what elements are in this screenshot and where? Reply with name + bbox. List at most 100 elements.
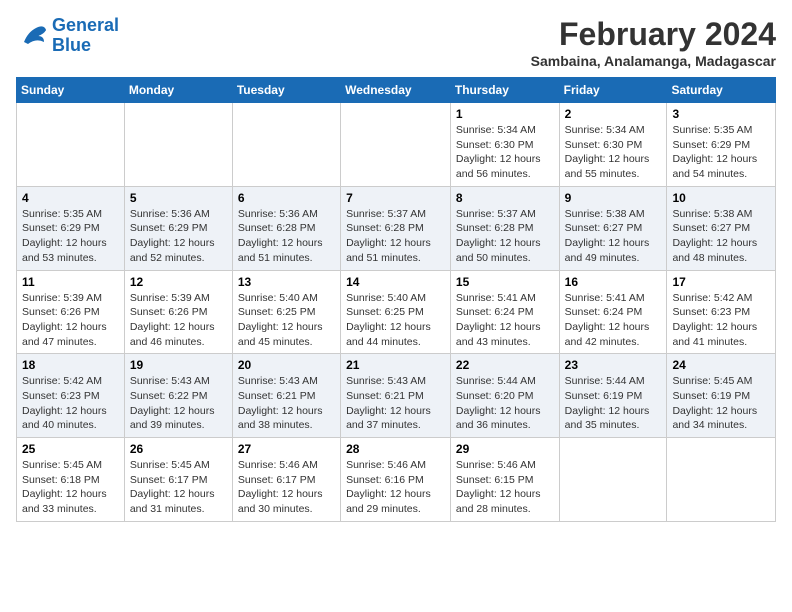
day-info: Sunrise: 5:45 AMSunset: 6:17 PMDaylight:…: [130, 458, 227, 517]
calendar-cell: 20 Sunrise: 5:43 AMSunset: 6:21 PMDayligh…: [232, 354, 340, 438]
calendar-cell: [667, 438, 776, 522]
calendar-cell: 14 Sunrise: 5:40 AMSunset: 6:25 PMDayligh…: [341, 270, 451, 354]
calendar-cell: 4 Sunrise: 5:35 AMSunset: 6:29 PMDaylight…: [17, 186, 125, 270]
day-number: 19: [130, 358, 227, 372]
calendar-cell: 26 Sunrise: 5:45 AMSunset: 6:17 PMDayligh…: [124, 438, 232, 522]
day-number: 20: [238, 358, 335, 372]
weekday-header-thursday: Thursday: [450, 78, 559, 103]
calendar-cell: 27 Sunrise: 5:46 AMSunset: 6:17 PMDayligh…: [232, 438, 340, 522]
weekday-header-monday: Monday: [124, 78, 232, 103]
day-number: 2: [565, 107, 662, 121]
calendar-cell: [559, 438, 667, 522]
weekday-header-wednesday: Wednesday: [341, 78, 451, 103]
day-number: 8: [456, 191, 554, 205]
day-info: Sunrise: 5:38 AMSunset: 6:27 PMDaylight:…: [672, 207, 770, 266]
weekday-header-tuesday: Tuesday: [232, 78, 340, 103]
calendar-cell: [232, 103, 340, 187]
calendar-cell: 5 Sunrise: 5:36 AMSunset: 6:29 PMDaylight…: [124, 186, 232, 270]
day-number: 7: [346, 191, 445, 205]
day-info: Sunrise: 5:34 AMSunset: 6:30 PMDaylight:…: [565, 123, 662, 182]
day-number: 11: [22, 275, 119, 289]
day-info: Sunrise: 5:43 AMSunset: 6:21 PMDaylight:…: [238, 374, 335, 433]
calendar-cell: 15 Sunrise: 5:41 AMSunset: 6:24 PMDayligh…: [450, 270, 559, 354]
location-subtitle: Sambaina, Analamanga, Madagascar: [531, 53, 776, 69]
calendar-cell: [124, 103, 232, 187]
day-number: 12: [130, 275, 227, 289]
day-info: Sunrise: 5:40 AMSunset: 6:25 PMDaylight:…: [238, 291, 335, 350]
calendar-cell: 29Sunrise: 5:46 AMSunset: 6:15 PMDayligh…: [450, 438, 559, 522]
calendar-cell: 7 Sunrise: 5:37 AMSunset: 6:28 PMDaylight…: [341, 186, 451, 270]
day-info: Sunrise: 5:41 AMSunset: 6:24 PMDaylight:…: [565, 291, 662, 350]
day-info: Sunrise: 5:37 AMSunset: 6:28 PMDaylight:…: [346, 207, 445, 266]
calendar-cell: 2 Sunrise: 5:34 AMSunset: 6:30 PMDaylight…: [559, 103, 667, 187]
calendar-cell: [341, 103, 451, 187]
day-number: 16: [565, 275, 662, 289]
day-info: Sunrise: 5:42 AMSunset: 6:23 PMDaylight:…: [672, 291, 770, 350]
day-info: Sunrise: 5:45 AMSunset: 6:19 PMDaylight:…: [672, 374, 770, 433]
calendar-week-row: 11 Sunrise: 5:39 AMSunset: 6:26 PMDayligh…: [17, 270, 776, 354]
day-number: 24: [672, 358, 770, 372]
day-info: Sunrise: 5:35 AMSunset: 6:29 PMDaylight:…: [672, 123, 770, 182]
calendar-cell: 11 Sunrise: 5:39 AMSunset: 6:26 PMDayligh…: [17, 270, 125, 354]
day-number: 5: [130, 191, 227, 205]
calendar-table: SundayMondayTuesdayWednesdayThursdayFrid…: [16, 77, 776, 522]
logo-general: General: [52, 15, 119, 35]
day-number: 15: [456, 275, 554, 289]
day-info: Sunrise: 5:44 AMSunset: 6:19 PMDaylight:…: [565, 374, 662, 433]
day-number: 21: [346, 358, 445, 372]
weekday-header-sunday: Sunday: [17, 78, 125, 103]
page-header: General Blue February 2024 Sambaina, Ana…: [16, 16, 776, 69]
calendar-cell: 1 Sunrise: 5:34 AMSunset: 6:30 PMDaylight…: [450, 103, 559, 187]
calendar-cell: 19Sunrise: 5:43 AMSunset: 6:22 PMDayligh…: [124, 354, 232, 438]
day-info: Sunrise: 5:37 AMSunset: 6:28 PMDaylight:…: [456, 207, 554, 266]
day-info: Sunrise: 5:39 AMSunset: 6:26 PMDaylight:…: [22, 291, 119, 350]
calendar-cell: 9 Sunrise: 5:38 AMSunset: 6:27 PMDaylight…: [559, 186, 667, 270]
month-year-title: February 2024: [531, 16, 776, 53]
day-info: Sunrise: 5:34 AMSunset: 6:30 PMDaylight:…: [456, 123, 554, 182]
calendar-cell: 6 Sunrise: 5:36 AMSunset: 6:28 PMDaylight…: [232, 186, 340, 270]
day-number: 26: [130, 442, 227, 456]
day-info: Sunrise: 5:44 AMSunset: 6:20 PMDaylight:…: [456, 374, 554, 433]
calendar-cell: 3Sunrise: 5:35 AMSunset: 6:29 PMDaylight…: [667, 103, 776, 187]
day-number: 13: [238, 275, 335, 289]
day-info: Sunrise: 5:46 AMSunset: 6:15 PMDaylight:…: [456, 458, 554, 517]
day-number: 17: [672, 275, 770, 289]
day-number: 6: [238, 191, 335, 205]
day-info: Sunrise: 5:36 AMSunset: 6:29 PMDaylight:…: [130, 207, 227, 266]
day-info: Sunrise: 5:45 AMSunset: 6:18 PMDaylight:…: [22, 458, 119, 517]
logo-blue: Blue: [52, 35, 91, 55]
title-block: February 2024 Sambaina, Analamanga, Mada…: [531, 16, 776, 69]
calendar-week-row: 1 Sunrise: 5:34 AMSunset: 6:30 PMDaylight…: [17, 103, 776, 187]
weekday-header-saturday: Saturday: [667, 78, 776, 103]
calendar-cell: 18 Sunrise: 5:42 AMSunset: 6:23 PMDayligh…: [17, 354, 125, 438]
weekday-header-friday: Friday: [559, 78, 667, 103]
calendar-cell: 16 Sunrise: 5:41 AMSunset: 6:24 PMDayligh…: [559, 270, 667, 354]
calendar-week-row: 18 Sunrise: 5:42 AMSunset: 6:23 PMDayligh…: [17, 354, 776, 438]
day-number: 27: [238, 442, 335, 456]
day-info: Sunrise: 5:41 AMSunset: 6:24 PMDaylight:…: [456, 291, 554, 350]
calendar-cell: 24 Sunrise: 5:45 AMSunset: 6:19 PMDayligh…: [667, 354, 776, 438]
day-info: Sunrise: 5:35 AMSunset: 6:29 PMDaylight:…: [22, 207, 119, 266]
day-number: 4: [22, 191, 119, 205]
calendar-cell: 25Sunrise: 5:45 AMSunset: 6:18 PMDayligh…: [17, 438, 125, 522]
calendar-week-row: 4 Sunrise: 5:35 AMSunset: 6:29 PMDaylight…: [17, 186, 776, 270]
day-info: Sunrise: 5:40 AMSunset: 6:25 PMDaylight:…: [346, 291, 445, 350]
day-number: 9: [565, 191, 662, 205]
day-info: Sunrise: 5:46 AMSunset: 6:17 PMDaylight:…: [238, 458, 335, 517]
calendar-cell: 8 Sunrise: 5:37 AMSunset: 6:28 PMDaylight…: [450, 186, 559, 270]
logo-icon: [16, 22, 48, 50]
day-number: 14: [346, 275, 445, 289]
day-number: 18: [22, 358, 119, 372]
calendar-cell: 10 Sunrise: 5:38 AMSunset: 6:27 PMDayligh…: [667, 186, 776, 270]
day-info: Sunrise: 5:36 AMSunset: 6:28 PMDaylight:…: [238, 207, 335, 266]
day-info: Sunrise: 5:42 AMSunset: 6:23 PMDaylight:…: [22, 374, 119, 433]
day-info: Sunrise: 5:38 AMSunset: 6:27 PMDaylight:…: [565, 207, 662, 266]
calendar-cell: 22Sunrise: 5:44 AMSunset: 6:20 PMDayligh…: [450, 354, 559, 438]
day-number: 1: [456, 107, 554, 121]
calendar-week-row: 25Sunrise: 5:45 AMSunset: 6:18 PMDayligh…: [17, 438, 776, 522]
weekday-header-row: SundayMondayTuesdayWednesdayThursdayFrid…: [17, 78, 776, 103]
calendar-cell: 13 Sunrise: 5:40 AMSunset: 6:25 PMDayligh…: [232, 270, 340, 354]
day-number: 10: [672, 191, 770, 205]
calendar-cell: 17 Sunrise: 5:42 AMSunset: 6:23 PMDayligh…: [667, 270, 776, 354]
day-number: 28: [346, 442, 445, 456]
